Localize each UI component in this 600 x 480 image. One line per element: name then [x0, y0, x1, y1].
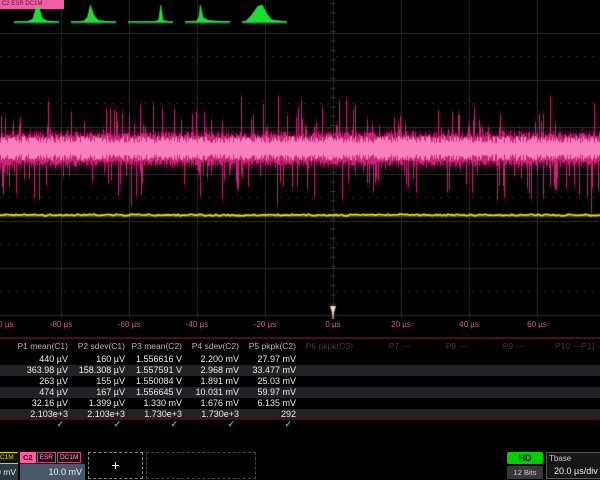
measure-cell: 1.399 µV [68, 398, 125, 409]
measure-status-check-icon: ✓ [68, 419, 125, 430]
measure-cell: 160 µV [68, 354, 125, 365]
c2-badge-row: C2 ESR DC1M [20, 452, 85, 463]
measure-param-header[interactable]: P11 --- [581, 339, 600, 353]
measure-row: 440 µV160 µV1.556616 V2.200 mV27.97 mV [0, 354, 600, 365]
measure-cell: 1.557591 V [125, 365, 182, 376]
measure-cell: 6.135 mV [239, 398, 296, 409]
c2-esr-tag: ESR [37, 452, 56, 463]
measure-param-header[interactable]: P5 pkpk(C2) [239, 339, 296, 353]
measure-cell: 1.330 mV [125, 398, 182, 409]
measure-row: 263 µV155 µV1.550084 V1.891 mV25.03 mV [0, 376, 600, 387]
time-tick-label: -100 µs [0, 320, 13, 329]
c2-channel-badge: C2 [20, 452, 36, 463]
measure-cell: 1.550084 V [125, 376, 182, 387]
histicon-strip-canvas[interactable] [0, 0, 600, 26]
grid-and-waveform-canvas [0, 0, 600, 336]
time-tick-label: 20 µs [391, 320, 411, 329]
measure-cell: 1.676 mV [182, 398, 239, 409]
measure-param-header[interactable]: P4 sdev(C2) [182, 339, 239, 353]
c1-coupling-badge: DC1M [0, 452, 18, 464]
measure-param-header[interactable]: P3 mean(C2) [125, 339, 182, 353]
measure-param-header[interactable]: P9 --- [467, 339, 524, 353]
measure-row: 474 µV167 µV1.556645 V10.031 mV59.97 mV [0, 387, 600, 398]
measure-cell: 25.03 mV [239, 376, 296, 387]
hd-mode-badge[interactable]: HD [507, 452, 543, 464]
timebase-value: 20.0 µs/div [554, 465, 598, 478]
time-tick-label: 60 µs [527, 320, 547, 329]
c1-vertical-scale: 0 mV [0, 464, 18, 480]
channel-c2-descriptor[interactable]: C2 ESR DC1M 10.0 mV [20, 452, 85, 480]
timebase-label: Tbase [549, 453, 571, 464]
time-axis: -100 µs -80 µs -60 µs -40 µs -20 µs 0 µs 20 µs… [0, 319, 600, 333]
measure-cell: 32.16 µV [11, 398, 68, 409]
measure-cell: 474 µV [11, 387, 68, 398]
timebase-descriptor[interactable]: Tbase 20.0 µs/div [546, 452, 600, 479]
measure-cell: 167 µV [68, 387, 125, 398]
measure-cell: 1.891 mV [182, 376, 239, 387]
measure-param-header[interactable]: P7 --- [353, 339, 410, 353]
measure-cell: 158.308 µV [68, 365, 125, 376]
measure-row: 32.16 µV1.399 µV1.330 mV1.676 mV6.135 mV [0, 398, 600, 409]
measure-cell: 2.968 mV [182, 365, 239, 376]
measure-param-header[interactable]: P8 --- [410, 339, 467, 353]
measurement-table: P1 mean(C1)P2 sdev(C1)P3 mean(C2)P4 sdev… [0, 337, 600, 420]
measure-status-check-icon: ✓ [239, 419, 296, 430]
measure-cell: 27.97 mV [239, 354, 296, 365]
measure-param-header[interactable]: P2 sdev(C1) [68, 339, 125, 353]
measure-cell: 2.200 mV [182, 354, 239, 365]
oscilloscope-screen: C2 ESR DC1M -100 µs -80 µs -60 µs -40 µs -20… [0, 0, 600, 480]
measurement-status-row: ✓✓✓✓✓ [0, 419, 600, 430]
empty-trace-slot[interactable] [146, 452, 256, 479]
time-tick-label: -20 µs [254, 320, 276, 329]
channel-c1-descriptor[interactable]: DC1M 0 mV [0, 452, 18, 480]
measure-status-check-icon: ✓ [11, 419, 68, 430]
time-tick-label: -40 µs [186, 320, 208, 329]
c2-vertical-scale: 10.0 mV [20, 464, 85, 480]
add-trace-button[interactable]: + [88, 452, 143, 479]
measure-cell: 59.97 mV [239, 387, 296, 398]
measure-param-header[interactable]: P6 pkpk(C3) [296, 339, 353, 353]
descriptor-bar: DC1M 0 mV C2 ESR DC1M 10.0 mV + HD 12 Bi… [0, 452, 600, 480]
measure-cell: 440 µV [11, 354, 68, 365]
measure-status-check-icon: ✓ [182, 419, 239, 430]
measure-row: 363.98 µV158.308 µV1.557591 V2.968 mV33.… [0, 365, 600, 376]
time-tick-label: -60 µs [118, 320, 140, 329]
measure-status-check-icon: ✓ [125, 419, 182, 430]
measure-cell: 263 µV [11, 376, 68, 387]
measure-cell: 155 µV [68, 376, 125, 387]
measure-param-header[interactable]: P10 --- [524, 339, 581, 353]
measure-cell: 1.556645 V [125, 387, 182, 398]
measure-cell: 10.031 mV [182, 387, 239, 398]
time-tick-label: 0 µs [325, 320, 340, 329]
hd-bits-label: 12 Bits [507, 466, 543, 479]
c2-coupling-tag: DC1M [57, 452, 81, 463]
time-tick-label: -80 µs [50, 320, 72, 329]
time-tick-label: 40 µs [459, 320, 479, 329]
measure-cell: 1.556616 V [125, 354, 182, 365]
measure-cell: 33.477 mV [239, 365, 296, 376]
measure-param-header[interactable]: P1 mean(C1) [11, 339, 68, 353]
measure-cell: 363.98 µV [11, 365, 68, 376]
